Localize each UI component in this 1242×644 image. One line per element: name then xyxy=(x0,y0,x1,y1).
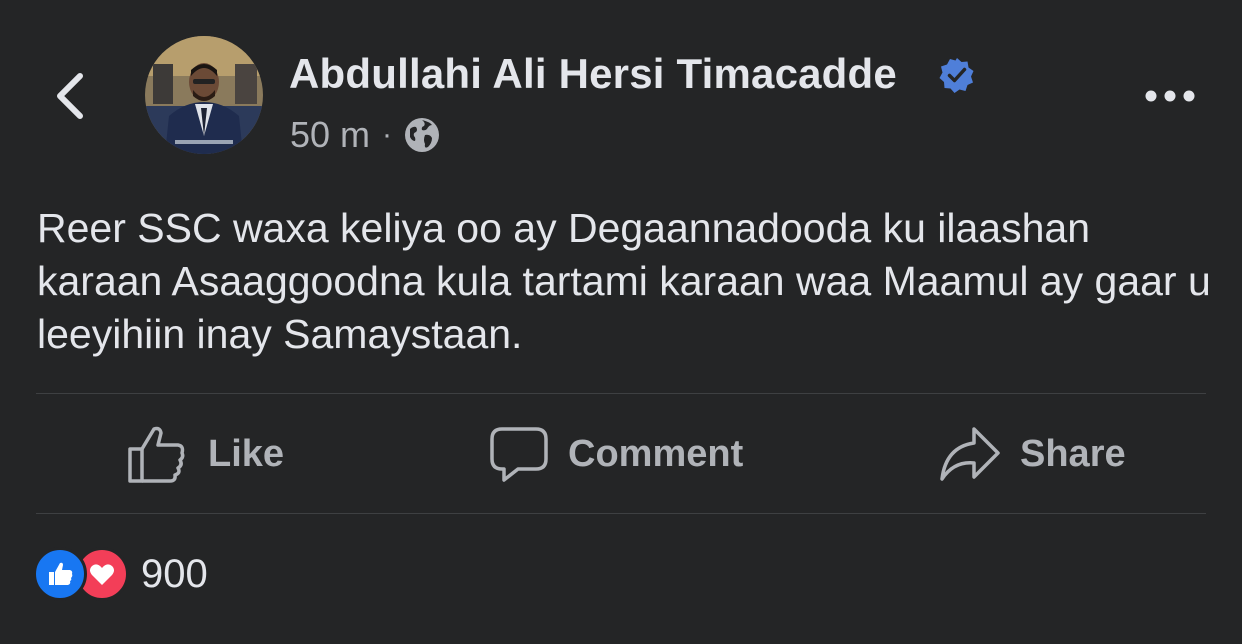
post-meta: 50 m · xyxy=(290,114,440,156)
reactions-summary[interactable]: 900 xyxy=(33,547,208,601)
back-button[interactable] xyxy=(48,68,96,124)
more-dots-icon xyxy=(1145,90,1195,102)
like-reaction-icon xyxy=(33,547,87,601)
thumbs-up-icon xyxy=(128,426,185,483)
comment-icon xyxy=(490,427,548,482)
post-text: Reer SSC waxa keliya oo ay Degaannadooda… xyxy=(37,205,1211,357)
reaction-count: 900 xyxy=(141,551,208,596)
comment-button[interactable]: Comment xyxy=(488,418,743,490)
avatar-image xyxy=(145,36,263,154)
verified-badge-icon xyxy=(939,58,974,93)
like-label: Like xyxy=(208,432,285,475)
timestamp[interactable]: 50 m xyxy=(290,114,370,156)
chevron-left-icon xyxy=(57,73,83,119)
meta-separator: · xyxy=(382,118,393,151)
like-button[interactable]: Like xyxy=(126,418,284,490)
share-label: Share xyxy=(1020,432,1126,475)
more-options-button[interactable] xyxy=(1142,82,1198,110)
divider-top xyxy=(36,393,1206,394)
globe-icon[interactable] xyxy=(404,117,440,153)
avatar[interactable] xyxy=(145,36,263,154)
share-button[interactable]: Share xyxy=(938,418,1126,490)
divider-bottom xyxy=(36,513,1206,514)
comment-label: Comment xyxy=(568,432,744,475)
share-arrow-icon xyxy=(940,427,1000,481)
author-name[interactable]: Abdullahi Ali Hersi Timacadde xyxy=(289,50,897,98)
